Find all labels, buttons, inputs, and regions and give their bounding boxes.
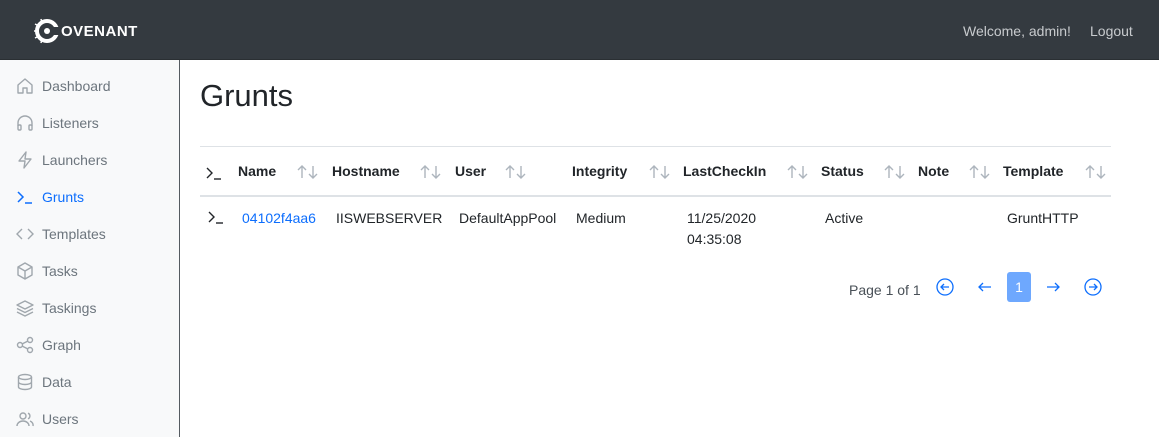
database-icon — [17, 373, 33, 391]
sidebar-item-launchers[interactable]: Launchers — [0, 142, 179, 179]
sidebar-item-listeners[interactable]: Listeners — [0, 105, 179, 142]
sidebar-item-label: Listeners — [42, 115, 99, 131]
sort-icon[interactable] — [504, 164, 528, 180]
column-header-template[interactable]: Template — [1003, 163, 1063, 179]
sidebar-item-label: Grunts — [42, 189, 85, 205]
code-icon — [16, 228, 34, 240]
main-content: Grunts Name Hostname User Integrity Last… — [180, 60, 1159, 437]
sidebar: Dashboard Listeners Launchers Grunts Tem… — [0, 60, 180, 437]
column-header-name[interactable]: Name — [238, 163, 276, 179]
last-page-icon[interactable] — [1081, 272, 1105, 302]
current-page-button[interactable]: 1 — [1007, 272, 1031, 302]
sidebar-item-label: Data — [42, 374, 72, 390]
column-header-note[interactable]: Note — [918, 163, 949, 179]
share-icon — [16, 336, 34, 354]
sidebar-item-taskings[interactable]: Taskings — [0, 290, 179, 327]
previous-page-icon[interactable] — [973, 272, 997, 302]
user-cell: DefaultAppPool — [459, 210, 557, 226]
table-row: 04102f4aa6 IISWEBSERVER DefaultAppPool M… — [200, 197, 1111, 257]
sidebar-item-label: Graph — [42, 337, 81, 353]
sidebar-item-label: Users — [42, 411, 79, 427]
sidebar-item-users[interactable]: Users — [0, 401, 179, 438]
sidebar-item-label: Launchers — [42, 152, 108, 168]
sidebar-item-label: Taskings — [42, 300, 97, 316]
grunt-name-cell: 04102f4aa6 — [242, 208, 316, 229]
sort-icon[interactable] — [648, 164, 672, 180]
page-title: Grunts — [200, 78, 294, 113]
lastcheckin-date: 11/25/2020 — [687, 210, 757, 226]
integrity-cell: Medium — [576, 210, 626, 226]
headphones-icon — [17, 115, 33, 131]
pagination-summary: Page 1 of 1 — [849, 282, 921, 298]
column-header-user[interactable]: User — [455, 163, 486, 179]
sort-icon[interactable] — [419, 164, 443, 180]
sidebar-item-grunts[interactable]: Grunts — [0, 179, 179, 216]
brand-name: OVENANT — [61, 22, 138, 40]
column-header-integrity[interactable]: Integrity — [572, 163, 627, 179]
sort-icon[interactable] — [968, 164, 992, 180]
zap-icon — [18, 151, 32, 169]
box-icon — [17, 262, 33, 280]
users-icon — [16, 412, 34, 427]
sidebar-item-tasks[interactable]: Tasks — [0, 253, 179, 290]
hostname-cell: IISWEBSERVER — [336, 210, 443, 226]
logout-link[interactable]: Logout — [1090, 23, 1133, 39]
sort-icon[interactable] — [883, 164, 907, 180]
column-header-status[interactable]: Status — [821, 163, 864, 179]
lastcheckin-time: 04:35:08 — [687, 231, 742, 247]
covenant-logo-icon — [34, 18, 60, 44]
sort-icon[interactable] — [296, 164, 320, 180]
sidebar-item-dashboard[interactable]: Dashboard — [0, 68, 179, 105]
grunt-name-link[interactable]: 04102f4aa6 — [242, 210, 316, 226]
sidebar-item-graph[interactable]: Graph — [0, 327, 179, 364]
column-header-hostname[interactable]: Hostname — [332, 163, 400, 179]
layers-icon — [16, 300, 34, 317]
sidebar-item-label: Dashboard — [42, 78, 111, 94]
column-header-lastcheckin[interactable]: LastCheckIn — [683, 163, 766, 179]
home-icon — [17, 78, 33, 94]
first-page-icon[interactable] — [933, 272, 957, 302]
sort-icon[interactable] — [1084, 164, 1108, 180]
terminal-icon[interactable] — [208, 209, 224, 225]
sort-icon[interactable] — [786, 164, 810, 180]
sidebar-item-label: Templates — [42, 226, 106, 242]
sidebar-item-templates[interactable]: Templates — [0, 216, 179, 253]
next-page-icon[interactable] — [1041, 272, 1065, 302]
terminal-icon — [17, 191, 32, 204]
status-cell: Active — [825, 210, 864, 226]
table-header: Name Hostname User Integrity LastCheckIn… — [200, 146, 1111, 197]
sidebar-item-label: Tasks — [42, 263, 78, 279]
template-cell: GruntHTTP — [1007, 210, 1079, 226]
covenant-logo[interactable]: OVENANT — [32, 16, 138, 46]
welcome-text: Welcome, admin! — [963, 23, 1071, 39]
terminal-icon — [206, 167, 221, 180]
sidebar-item-data[interactable]: Data — [0, 364, 179, 401]
top-navbar: OVENANT Welcome, admin! Logout — [0, 0, 1159, 60]
